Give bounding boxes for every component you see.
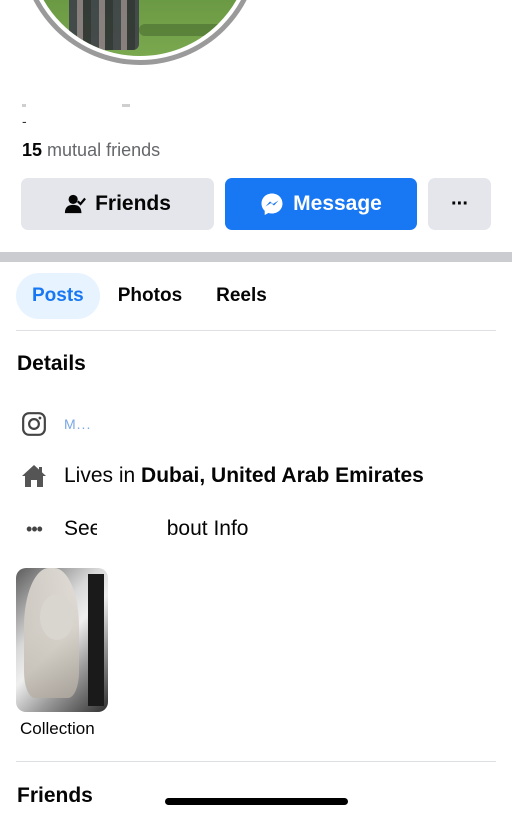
- mutual-friends-count: 15: [22, 140, 43, 160]
- featured-collection-thumbnail[interactable]: [16, 568, 108, 712]
- section-divider: [0, 252, 512, 262]
- tab-reels[interactable]: Reels: [200, 273, 283, 319]
- more-options-button[interactable]: ···: [428, 178, 491, 230]
- see-about-info-link[interactable]: See your About Info: [64, 517, 248, 543]
- message-button-label: Message: [293, 192, 382, 215]
- friends-heading: Friends: [17, 784, 93, 807]
- home-icon: [20, 462, 48, 490]
- instagram-icon: [20, 410, 48, 438]
- profile-name-obscured: [22, 104, 132, 108]
- instagram-row[interactable]: M...: [20, 410, 91, 438]
- tab-posts[interactable]: Posts: [16, 273, 100, 319]
- tab-photos[interactable]: Photos: [102, 273, 198, 319]
- profile-photo[interactable]: [20, 0, 260, 65]
- mutual-friends[interactable]: 15 mutual friends: [22, 140, 160, 161]
- user-check-icon: [64, 194, 86, 214]
- see-about-row[interactable]: ••• See your About Info: [20, 515, 248, 543]
- tabs-divider: [16, 330, 496, 331]
- message-button[interactable]: Message: [225, 178, 417, 230]
- lives-in-row: Lives in Dubai, United Arab Emirates: [20, 462, 424, 490]
- friends-button-label: Friends: [95, 192, 171, 215]
- home-indicator[interactable]: [165, 798, 348, 805]
- featured-collection-label: Collection: [20, 719, 95, 738]
- ellipsis-icon: •••: [26, 518, 43, 539]
- details-heading: Details: [17, 352, 86, 375]
- profile-photo-image: [25, 0, 255, 60]
- lives-in-place: Dubai, United Arab Emirates: [141, 464, 424, 487]
- featured-divider: [16, 761, 496, 762]
- more-icon: ···: [451, 192, 469, 215]
- profile-name-line: -: [22, 113, 27, 129]
- instagram-link[interactable]: M...: [64, 416, 91, 432]
- obscured-text-mask: [97, 519, 167, 543]
- lives-in-prefix: Lives in: [64, 464, 142, 487]
- profile-tabs: Posts Photos Reels: [16, 273, 285, 319]
- mutual-friends-label: mutual friends: [47, 140, 161, 160]
- messenger-icon: [261, 193, 283, 215]
- friends-button[interactable]: Friends: [21, 178, 214, 230]
